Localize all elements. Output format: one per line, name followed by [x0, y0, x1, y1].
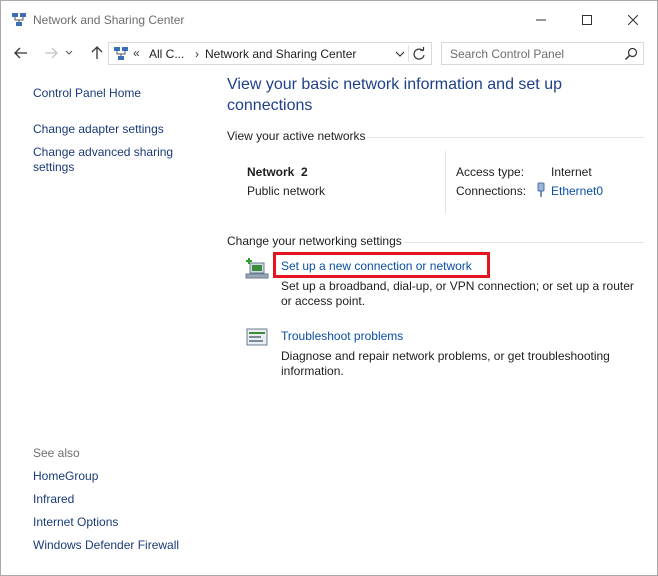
search-input[interactable]	[450, 46, 620, 61]
navigation-bar: « All C... › Network and Sharing Center	[1, 39, 657, 67]
see-also-homegroup-link[interactable]: HomeGroup	[33, 469, 98, 484]
connections-label: Connections:	[456, 184, 527, 198]
address-divider	[408, 45, 409, 62]
breadcrumb-separator[interactable]: ›	[195, 47, 199, 61]
window-title: Network and Sharing Center	[33, 13, 185, 27]
access-type-label: Access type:	[456, 165, 525, 179]
see-also-infrared-link[interactable]: Infrared	[33, 492, 74, 507]
arrow-up-icon	[91, 46, 103, 59]
active-networks-label: View your active networks	[227, 129, 366, 143]
chevron-down-icon	[395, 51, 405, 57]
chevron-down-icon	[65, 50, 73, 55]
refresh-button[interactable]	[411, 46, 427, 62]
minimize-button[interactable]	[518, 1, 564, 39]
new-connection-icon	[244, 257, 270, 281]
see-also-firewall-link[interactable]: Windows Defender Firewall	[33, 538, 179, 553]
ethernet-icon	[535, 182, 547, 198]
highlight-annotation	[273, 252, 490, 278]
network-info-divider	[445, 151, 446, 213]
search-box[interactable]	[441, 42, 644, 65]
setup-new-connection-description: Set up a broadband, dial-up, or VPN conn…	[281, 279, 634, 308]
address-dropdown-button[interactable]	[393, 47, 407, 61]
refresh-icon	[413, 47, 425, 60]
arrow-left-icon	[14, 47, 27, 59]
maximize-icon	[582, 15, 592, 25]
forward-button[interactable]	[41, 43, 61, 63]
maximize-button[interactable]	[564, 1, 610, 39]
access-type-value: Internet	[551, 165, 592, 179]
address-bar[interactable]: « All C... › Network and Sharing Center	[108, 42, 432, 65]
network-center-icon	[11, 12, 27, 28]
section-divider	[367, 137, 644, 138]
change-settings-label: Change your networking settings	[227, 234, 402, 248]
change-adapter-settings-link[interactable]: Change adapter settings	[33, 122, 164, 137]
control-panel-home-link[interactable]: Control Panel Home	[33, 86, 141, 101]
breadcrumb-overflow[interactable]: «	[133, 46, 140, 60]
change-advanced-sharing-link[interactable]: Change advanced sharing settings	[33, 145, 193, 175]
troubleshoot-problems-link[interactable]: Troubleshoot problems	[281, 329, 403, 343]
section-divider	[405, 242, 644, 243]
page-title: View your basic network information and …	[227, 76, 562, 114]
troubleshoot-icon	[244, 326, 270, 350]
network-sharing-center-window: Network and Sharing Center « All C... › …	[0, 0, 658, 576]
arrow-right-icon	[45, 47, 58, 59]
close-button[interactable]	[610, 1, 656, 39]
ethernet-connection-link[interactable]: Ethernet0	[551, 184, 603, 198]
breadcrumb-all-control-panel[interactable]: All C...	[149, 47, 184, 61]
see-also-heading: See also	[33, 446, 80, 460]
minimize-icon	[536, 19, 546, 21]
see-also-internet-options-link[interactable]: Internet Options	[33, 515, 118, 530]
left-pane: Control Panel Home Change adapter settin…	[1, 67, 206, 575]
up-button[interactable]	[87, 43, 107, 63]
network-name: Network 2	[247, 165, 308, 179]
control-panel-icon	[113, 46, 129, 62]
title-bar: Network and Sharing Center	[1, 1, 657, 39]
network-type: Public network	[247, 184, 326, 198]
troubleshoot-problems-description: Diagnose and repair network problems, or…	[281, 349, 610, 378]
recent-locations-button[interactable]	[63, 43, 75, 63]
breadcrumb-current[interactable]: Network and Sharing Center	[205, 47, 356, 61]
search-icon[interactable]	[624, 47, 638, 61]
close-icon	[628, 15, 638, 25]
back-button[interactable]	[11, 43, 31, 63]
